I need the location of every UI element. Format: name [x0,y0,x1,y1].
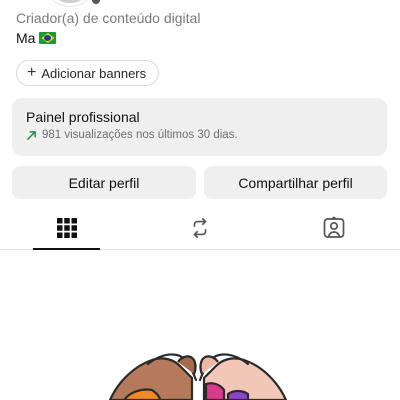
heart-hands-illustration [108,353,288,400]
tab-posts-grid[interactable] [0,205,133,250]
professional-dashboard-card[interactable]: Painel profissional 981 visualizações no… [12,98,387,156]
add-banners-label: Adicionar banners [41,65,147,81]
avatar-badge [92,0,100,4]
add-banners-button[interactable]: + Adicionar banners [16,60,160,86]
profile-tabs [0,205,400,250]
plus-icon: + [27,64,37,81]
tab-tagged[interactable] [267,205,400,250]
tagged-user-icon [323,216,344,238]
bio-text: Ma [16,30,36,46]
avatar[interactable] [44,0,96,6]
share-profile-button[interactable]: Compartilhar perfil [204,166,387,199]
active-tab-indicator [33,248,100,250]
professional-dashboard-title: Painel profissional [26,109,140,125]
profile-category: Criador(a) de conteúdo digital [16,10,201,26]
views-summary: 981 visualizações nos últimos 30 dias. [42,129,238,141]
trend-up-arrow-icon [27,130,36,140]
edit-profile-button[interactable]: Editar perfil [12,166,196,199]
grid-icon [56,217,77,238]
profile-bio: Ma [16,30,57,46]
repost-icon [193,217,206,238]
professional-dashboard-subtitle: 981 visualizações nos últimos 30 dias. [26,129,373,141]
brazil-flag-icon [39,32,57,44]
tab-reposts[interactable] [133,205,266,250]
